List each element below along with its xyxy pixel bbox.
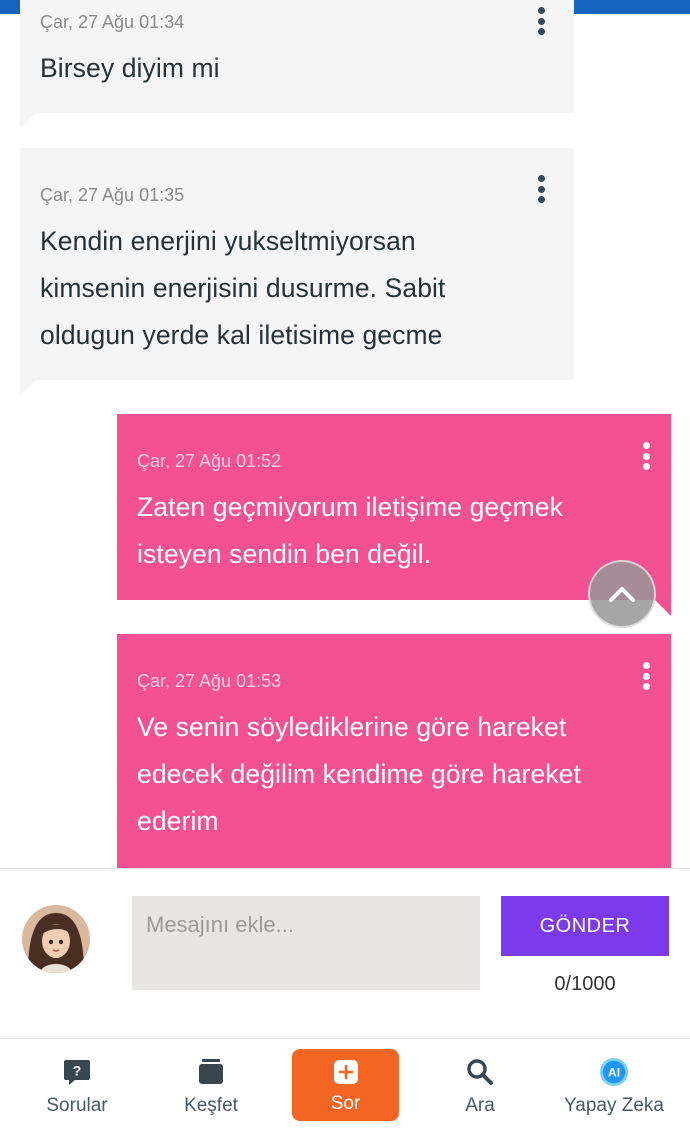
nav-label: Ara xyxy=(465,1095,495,1116)
svg-text:AI: AI xyxy=(608,1066,620,1080)
bubble-tail xyxy=(20,113,36,129)
message-bubble-incoming: Çar, 27 Ağu 01:34 Birsey diyim mi xyxy=(20,0,574,113)
message-timestamp: Çar, 27 Ağu 01:53 xyxy=(137,671,282,691)
avatar[interactable] xyxy=(22,905,90,973)
character-counter: 0/1000 xyxy=(554,973,616,995)
bubble-tail xyxy=(655,600,671,616)
svg-text:?: ? xyxy=(73,1063,82,1079)
cards-stack-icon xyxy=(196,1057,226,1087)
nav-item-yapay-zeka[interactable]: AI Yapay Zeka xyxy=(556,1039,672,1131)
message-timestamp: Çar, 27 Ağu 01:52 xyxy=(137,451,282,471)
message-options-icon[interactable] xyxy=(529,172,553,206)
message-text: Zaten geçmiyorum iletişime geçmek isteye… xyxy=(137,492,563,569)
message-input[interactable] xyxy=(132,896,480,990)
bubble-tail xyxy=(20,380,36,396)
bottom-navigation: ? Sorular Keşfet Sor Ara AI Yapay Zeka xyxy=(0,1038,690,1131)
nav-item-sorular[interactable]: ? Sorular xyxy=(27,1039,127,1131)
send-button[interactable]: GÖNDER xyxy=(501,896,669,956)
plus-square-icon xyxy=(331,1057,361,1087)
message-bubble-outgoing: Çar, 27 Ağu 01:52 Zaten geçmiyorum ileti… xyxy=(117,414,671,600)
message-timestamp: Çar, 27 Ağu 01:35 xyxy=(40,185,185,205)
chevron-up-icon xyxy=(609,587,635,602)
search-icon xyxy=(465,1057,495,1087)
nav-label: Sor xyxy=(330,1093,361,1114)
nav-label: Keşfet xyxy=(184,1095,238,1116)
nav-item-kesfet[interactable]: Keşfet xyxy=(161,1039,261,1131)
message-options-icon[interactable] xyxy=(634,439,658,473)
message-composer: GÖNDER 0/1000 xyxy=(0,868,690,1038)
message-options-icon[interactable] xyxy=(634,659,658,693)
nav-label: Yapay Zeka xyxy=(564,1095,664,1116)
message-timestamp: Çar, 27 Ağu 01:34 xyxy=(40,12,185,32)
scroll-to-top-button[interactable] xyxy=(588,560,656,628)
message-bubble-incoming: Çar, 27 Ağu 01:35 Kendin enerjini yuksel… xyxy=(20,148,574,380)
nav-item-ara[interactable]: Ara xyxy=(430,1039,530,1131)
nav-item-sor[interactable]: Sor xyxy=(292,1049,399,1121)
message-text: Ve senin söylediklerine göre hareket ede… xyxy=(137,712,581,836)
message-text: Kendin enerjini yukseltmiyorsan kimsenin… xyxy=(40,226,446,350)
message-text: Birsey diyim mi xyxy=(40,53,220,83)
question-bubble-icon: ? xyxy=(62,1057,92,1087)
ai-badge-icon: AI xyxy=(599,1057,629,1087)
nav-label: Sorular xyxy=(46,1095,108,1116)
message-bubble-outgoing: Çar, 27 Ağu 01:53 Ve senin söylediklerin… xyxy=(117,634,671,868)
message-options-icon[interactable] xyxy=(529,4,553,38)
